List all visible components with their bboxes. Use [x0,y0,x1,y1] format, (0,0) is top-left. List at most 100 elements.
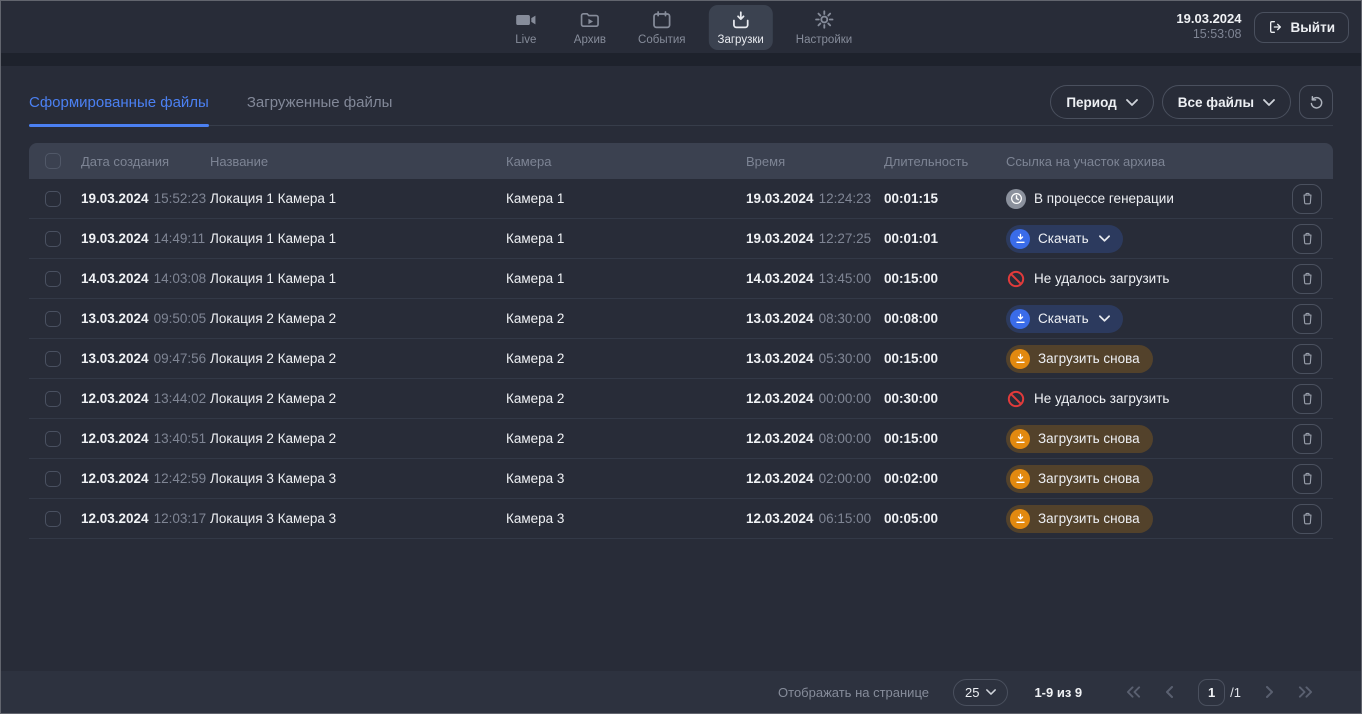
status-chip[interactable]: Загрузить снова [1006,345,1153,373]
archive-time: 13:45:00 [819,271,872,286]
created-date: 14.03.2024 [81,271,149,286]
app-window: Live Архив События Загрузки [0,0,1362,714]
delete-button[interactable] [1292,384,1322,414]
tab-generated-files[interactable]: Сформированные файлы [29,79,209,125]
delete-button[interactable] [1292,464,1322,494]
row-checkbox[interactable] [45,311,61,327]
delete-button[interactable] [1292,264,1322,294]
download-icon [1010,469,1030,489]
next-page-button[interactable] [1265,686,1274,698]
row-checkbox[interactable] [45,471,61,487]
status-chip[interactable]: Загрузить снова [1006,465,1153,493]
row-checkbox[interactable] [45,391,61,407]
status-chip[interactable]: В процессе генерации [1006,185,1174,213]
nav-item-settings[interactable]: Настройки [787,5,861,50]
created-cell: 12.03.202413:44:02 [81,391,210,406]
archive-time: 08:00:00 [819,431,872,446]
row-checkbox[interactable] [45,231,61,247]
status-chip[interactable]: Загрузить снова [1006,425,1153,453]
status-label: Не удалось загрузить [1034,271,1169,286]
archive-folder-icon [579,9,601,31]
status-chip[interactable]: Не удалось загрузить [1006,265,1169,293]
nav-item-events[interactable]: События [629,5,694,50]
refresh-button[interactable] [1299,85,1333,119]
row-checkbox[interactable] [45,431,61,447]
status-chip[interactable]: Скачать [1006,225,1123,253]
page-range-label: 1-9 из 9 [1034,685,1082,700]
archive-date: 12.03.2024 [746,391,814,406]
camera-name: Камера 2 [506,311,746,326]
nav-item-downloads[interactable]: Загрузки [709,5,773,50]
table-header: Дата создания Название Камера Время Длит… [29,143,1333,179]
chevron-down-icon [986,689,996,695]
topbar-right: 19.03.2024 15:53:08 Выйти [1176,11,1349,43]
archive-time: 12:24:23 [819,191,872,206]
trash-icon [1300,271,1315,286]
archive-time: 06:15:00 [819,511,872,526]
nav-item-live[interactable]: Live [501,5,551,50]
file-name: Локация 3 Камера 3 [210,511,506,526]
file-name: Локация 2 Камера 2 [210,311,506,326]
time-cell: 12.03.202402:00:00 [746,471,884,486]
toolbar: Сформированные файлы Загруженные файлы П… [29,75,1333,126]
created-time: 13:40:51 [154,431,207,446]
table-row: 13.03.202409:50:05 Локация 2 Камера 2 Ка… [29,299,1333,339]
first-page-button[interactable] [1126,686,1141,698]
logout-button[interactable]: Выйти [1254,12,1350,43]
files-filter-button[interactable]: Все файлы [1162,85,1291,119]
chevron-down-icon [1126,99,1138,106]
created-cell: 12.03.202412:03:17 [81,511,210,526]
created-date: 12.03.2024 [81,431,149,446]
archive-time: 05:30:00 [819,351,872,366]
row-checkbox[interactable] [45,271,61,287]
time-cell: 19.03.202412:27:25 [746,231,884,246]
created-date: 19.03.2024 [81,191,149,206]
refresh-icon [1308,94,1325,111]
table-row: 19.03.202414:49:11 Локация 1 Камера 1 Ка… [29,219,1333,259]
nav-item-archive[interactable]: Архив [565,5,615,50]
status-chip[interactable]: Скачать [1006,305,1123,333]
select-all-checkbox[interactable] [45,153,61,169]
per-page-select[interactable]: 25 [953,679,1008,706]
row-checkbox[interactable] [45,351,61,367]
download-icon [1010,509,1030,529]
created-cell: 14.03.202414:03:08 [81,271,210,286]
time-cell: 13.03.2024 05:30:00 [746,351,884,366]
status-chip[interactable]: Загрузить снова [1006,505,1153,533]
status-label: Загрузить снова [1038,471,1140,486]
file-tabs: Сформированные файлы Загруженные файлы [29,79,392,125]
downloads-page: Сформированные файлы Загруженные файлы П… [1,66,1361,671]
table-body: 19.03.202415:52:23 Локация 1 Камера 1 Ка… [29,179,1333,539]
created-cell: 13.03.202409:50:05 [81,311,210,326]
row-checkbox[interactable] [45,191,61,207]
delete-button[interactable] [1292,344,1322,374]
previous-page-button[interactable] [1165,686,1174,698]
status-chip[interactable]: Не удалось загрузить [1006,385,1169,413]
tab-uploaded-files[interactable]: Загруженные файлы [247,79,393,125]
delete-button[interactable] [1292,304,1322,334]
created-time: 12:03:17 [154,511,207,526]
created-date: 13.03.2024 [81,351,149,366]
delete-button[interactable] [1292,504,1322,534]
status-label: В процессе генерации [1034,191,1174,206]
archive-date: 19.03.2024 [746,191,814,206]
topbar: Live Архив События Загрузки [1,1,1361,53]
file-name: Локация 1 Камера 1 [210,231,506,246]
period-filter-button[interactable]: Период [1050,85,1153,119]
archive-date: 13.03.2024 [746,351,814,366]
current-page-input[interactable]: 1 [1198,679,1225,706]
created-time: 14:49:11 [154,231,206,246]
duration: 00:30:00 [884,391,1006,406]
last-page-button[interactable] [1298,686,1313,698]
calendar-icon [651,9,673,31]
trash-icon [1300,391,1315,406]
topbar-separator [1,53,1361,66]
time-cell: 19.03.2024 12:24:23 [746,191,884,206]
row-checkbox[interactable] [45,511,61,527]
status-label: Загрузить снова [1038,431,1140,446]
delete-button[interactable] [1292,224,1322,254]
delete-button[interactable] [1292,424,1322,454]
archive-date: 12.03.2024 [746,471,814,486]
nav-label: Загрузки [718,34,764,46]
delete-button[interactable] [1292,184,1322,214]
